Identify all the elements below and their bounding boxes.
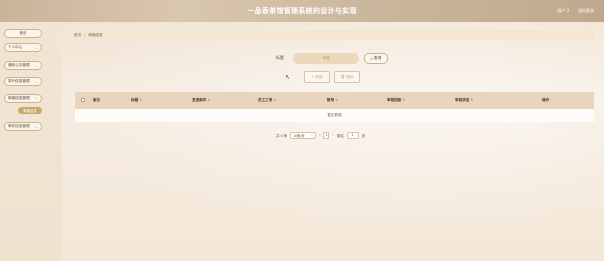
- chevron-down-icon: ⌄: [35, 124, 38, 129]
- column-header[interactable]: 索引: [93, 98, 100, 103]
- table-empty-row: 暂无数据: [75, 109, 594, 122]
- next-page-button[interactable]: ›: [332, 133, 333, 137]
- sidebar-item-mail[interactable]: 邮件信息管理 ⌄: [4, 122, 42, 131]
- column-header[interactable]: 标题⇅: [131, 98, 142, 103]
- search-input[interactable]: 标题: [293, 52, 359, 64]
- column-header[interactable]: 账号⇅: [327, 98, 338, 103]
- breadcrumb-home[interactable]: 首页: [74, 33, 81, 38]
- header-user-area: 用户 3 退出登录: [557, 8, 594, 14]
- add-button-label: 新增: [315, 74, 323, 79]
- sidebar-item-label: 茶叶信息管理: [8, 79, 30, 83]
- sidebar-item-notice[interactable]: 通知公告管理 ⌄: [4, 61, 42, 70]
- goto-page-input[interactable]: 1: [346, 131, 359, 139]
- breadcrumb: 首页 / 邮箱信息: [66, 30, 594, 40]
- logout-link[interactable]: 退出登录: [578, 8, 594, 14]
- sidebar-subitem-label: 邮箱信息: [23, 109, 37, 113]
- add-button[interactable]: + 新增: [304, 71, 330, 83]
- chevron-down-icon: ⌄: [35, 79, 38, 84]
- app-header: 一品香茶馆管理系统的设计与实现 用户 3 退出登录: [0, 0, 604, 22]
- chevron-up-icon: ⌃: [35, 96, 38, 101]
- sort-icon: ⇅: [207, 98, 211, 102]
- sort-icon: ⇅: [470, 98, 474, 102]
- table-header: 索引 标题⇅ 发送邮件⇅ 员工工号⇅ 账号⇅ 审核回复⇅ 审核状态⇅ 操作: [75, 92, 594, 109]
- column-header[interactable]: 员工工号⇅: [258, 98, 276, 103]
- chevron-down-icon: ⌄: [310, 133, 314, 137]
- select-all-checkbox[interactable]: [81, 98, 85, 102]
- total-count: 共 0 条: [276, 133, 288, 138]
- sort-icon: ⇅: [335, 98, 339, 102]
- page-number-button[interactable]: 1: [323, 131, 330, 139]
- column-header[interactable]: 审核回复⇅: [387, 98, 405, 103]
- search-button[interactable]: ⌕ 查询: [364, 52, 388, 64]
- sort-icon: ⇅: [402, 98, 406, 102]
- page-size-select[interactable]: 10条/页 ⌄: [290, 131, 317, 139]
- search-button-label: 查询: [373, 55, 382, 60]
- sidebar-item-home[interactable]: 首页: [4, 29, 42, 38]
- sort-icon: ⇅: [273, 98, 277, 102]
- sidebar-item-label: 通知公告管理: [8, 63, 30, 67]
- sidebar-item-profile[interactable]: 个人中心 ⌄: [4, 43, 42, 52]
- sidebar-item-label: 邮箱信息管理: [8, 96, 30, 100]
- goto-suffix: 页: [361, 133, 365, 138]
- sidebar-subitem-mailbox-info[interactable]: 邮箱信息: [18, 107, 42, 114]
- trash-icon: 🗑: [340, 75, 346, 79]
- pagination: 共 0 条 10条/页 ⌄ ‹ 1 › 前往 1 页: [276, 131, 365, 139]
- column-header[interactable]: 审核状态⇅: [455, 98, 473, 103]
- empty-text: 暂无数据: [327, 113, 342, 117]
- data-table: 索引 标题⇅ 发送邮件⇅ 员工工号⇅ 账号⇅ 审核回复⇅ 审核状态⇅ 操作 暂无…: [75, 92, 594, 122]
- user-label[interactable]: 用户 3: [557, 8, 569, 14]
- action-row: + 新增 🗑 删除: [304, 71, 360, 83]
- search-label: 标题: [276, 55, 284, 60]
- sidebar-item-label: 个人中心: [8, 45, 23, 49]
- sidebar-item-label: 首页: [19, 31, 27, 35]
- plus-icon: +: [311, 75, 315, 79]
- breadcrumb-separator: /: [84, 33, 86, 37]
- sidebar-item-label: 邮件信息管理: [8, 124, 30, 128]
- chevron-down-icon: ⌄: [35, 45, 38, 50]
- delete-button-label: 删除: [346, 74, 354, 79]
- column-header[interactable]: 发送邮件⇅: [192, 98, 210, 103]
- chevron-down-icon: ⌄: [35, 63, 38, 68]
- goto-prefix: 前往: [336, 133, 344, 138]
- search-icon: ⌕: [370, 55, 373, 61]
- sidebar: 首页 个人中心 ⌄ 通知公告管理 ⌄ 茶叶信息管理 ⌄ 邮箱信息管理 ⌃ 邮箱信…: [0, 22, 62, 261]
- search-row: 标题 标题 ⌕ 查询: [276, 52, 388, 64]
- sidebar-item-mailbox[interactable]: 邮箱信息管理 ⌃: [4, 94, 42, 103]
- mouse-cursor-icon: ↖: [285, 74, 291, 81]
- delete-button[interactable]: 🗑 删除: [334, 71, 360, 83]
- sort-icon: ⇅: [139, 98, 143, 102]
- sidebar-item-tea[interactable]: 茶叶信息管理 ⌄: [4, 77, 42, 86]
- prev-page-button[interactable]: ‹: [319, 133, 320, 137]
- app-title: 一品香茶馆管理系统的设计与实现: [247, 7, 357, 15]
- column-header: 操作: [542, 98, 550, 102]
- breadcrumb-current: 邮箱信息: [88, 32, 103, 37]
